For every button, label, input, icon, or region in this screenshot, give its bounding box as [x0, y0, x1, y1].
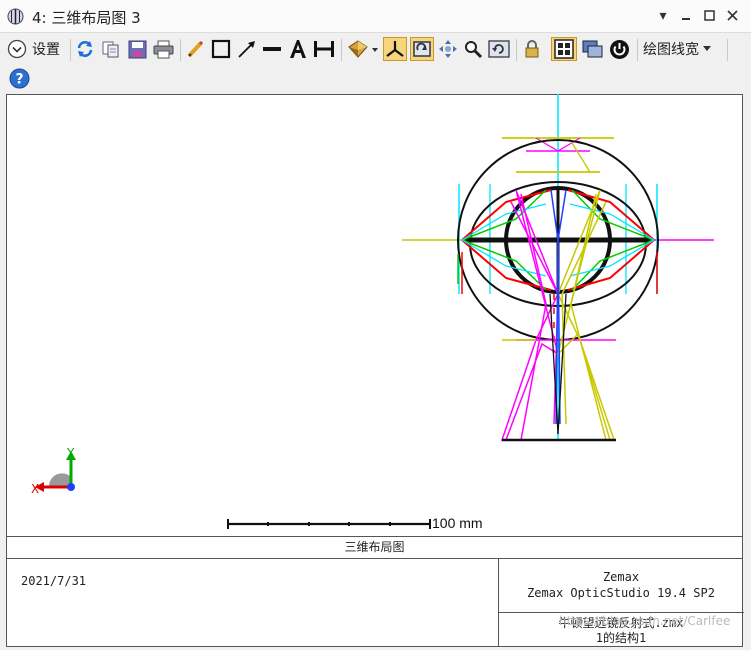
- zoom-icon: [465, 41, 483, 59]
- axes-icon: [386, 41, 404, 57]
- draw-text-button[interactable]: [287, 37, 309, 61]
- plot-info-footer: 三维布局图 2021/7/31 Zemax Zemax OpticStudio …: [6, 537, 744, 647]
- dropdown-arrow-icon: [703, 46, 711, 51]
- copy-icon: [102, 41, 119, 58]
- line-width-dropdown[interactable]: 绘图线宽: [643, 37, 725, 61]
- refresh-icon: [77, 41, 93, 57]
- draw-rectangle-button[interactable]: [210, 37, 232, 61]
- reset-view-button[interactable]: [487, 37, 511, 61]
- help-icon[interactable]: ?: [9, 68, 30, 89]
- footer-date: 2021/7/31: [21, 574, 87, 588]
- window-menu-button[interactable]: ▾: [652, 5, 674, 27]
- pan-icon: [439, 40, 457, 58]
- axis-y-label: Y: [66, 447, 75, 460]
- save-icon: [128, 40, 146, 58]
- refresh-button[interactable]: [75, 37, 95, 61]
- power-icon: [609, 39, 629, 59]
- layers-icon: [582, 40, 603, 58]
- print-icon: [153, 40, 173, 58]
- fit-icon: [413, 41, 431, 57]
- axis-indicator: Y X: [31, 447, 76, 496]
- scale-bar-label: 100 mm: [432, 515, 483, 531]
- line-icon: [263, 47, 281, 51]
- dimension-button[interactable]: [312, 37, 336, 61]
- maximize-button[interactable]: [698, 5, 720, 27]
- grid-icon: [554, 39, 574, 59]
- power-button[interactable]: [607, 37, 631, 61]
- optical-layout-drawing: [402, 94, 714, 442]
- copy-button[interactable]: [100, 37, 122, 61]
- zoom-button[interactable]: [462, 37, 484, 61]
- print-button[interactable]: [151, 37, 175, 61]
- toolbar: 设置 绘图线宽: [0, 33, 751, 65]
- chevron-down-icon: [7, 39, 27, 59]
- text-icon: [290, 40, 306, 58]
- grid-button[interactable]: [551, 37, 577, 61]
- line-width-label: 绘图线宽: [643, 42, 699, 58]
- lock-button[interactable]: [521, 37, 543, 61]
- close-button[interactable]: [721, 5, 743, 27]
- footer-software: Zemax OpticStudio 19.4 SP2: [527, 586, 715, 600]
- scale-bar: [227, 519, 431, 529]
- lock-icon: [525, 40, 539, 58]
- pan-button[interactable]: [437, 37, 459, 61]
- draw-line-button[interactable]: [261, 37, 283, 61]
- rectangle-icon: [211, 39, 231, 59]
- rotate-view-icon: [348, 40, 378, 58]
- pencil-icon: [187, 40, 204, 58]
- fit-view-button[interactable]: [410, 37, 434, 61]
- arrow-line-icon: [238, 41, 255, 58]
- layers-button[interactable]: [581, 37, 605, 61]
- draw-arrow-button[interactable]: [236, 37, 258, 61]
- help-bar: ?: [0, 65, 751, 92]
- draw-pencil-button[interactable]: [185, 37, 205, 61]
- minimize-button[interactable]: [675, 5, 697, 27]
- footer-config: 1的结构1: [595, 631, 647, 645]
- axis-x-label: X: [31, 482, 39, 496]
- reset-icon: [488, 40, 510, 58]
- settings-label: 设置: [32, 42, 60, 58]
- footer-title: 三维布局图: [7, 537, 742, 559]
- rotate-view-button[interactable]: [346, 37, 380, 61]
- layout-plot-canvas[interactable]: Y X: [6, 94, 743, 537]
- window-title: 4: 三维布局图 3: [32, 9, 141, 27]
- app-lens-icon: [7, 8, 24, 25]
- axes-view-button[interactable]: [383, 37, 407, 61]
- footer-company: Zemax: [602, 570, 640, 584]
- save-button[interactable]: [126, 37, 148, 61]
- title-bar: 4: 三维布局图 3 ▾: [0, 0, 751, 33]
- svg-text:?: ?: [15, 72, 23, 88]
- settings-button[interactable]: 设置: [7, 37, 67, 61]
- watermark: https://blog.csdn.net/Carlfee: [559, 614, 731, 628]
- dimension-icon: [314, 41, 334, 57]
